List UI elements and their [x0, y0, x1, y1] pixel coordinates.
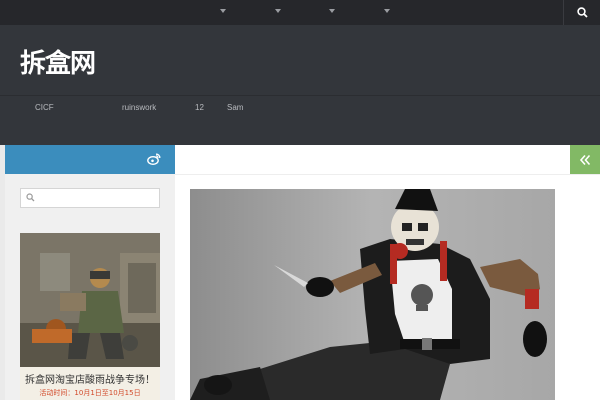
top-bar	[0, 0, 600, 25]
content-header	[175, 145, 570, 174]
menu-1-chevron-down-icon[interactable]	[220, 9, 226, 13]
nav-item-12[interactable]: 12	[195, 103, 204, 112]
search-icon	[576, 7, 588, 18]
nav-item-ruinswork[interactable]: ruinswork	[122, 103, 156, 112]
menu-3-chevron-down-icon[interactable]	[329, 9, 335, 13]
promo-title: 拆盒网淘宝店酸雨战争专场！	[25, 375, 155, 386]
promo-image	[20, 233, 160, 367]
promo-dates: 活动时间：10月1日至10月15日	[39, 389, 141, 397]
promo-banner[interactable]: 拆盒网淘宝店酸雨战争专场！ 活动时间：10月1日至10月15日	[20, 233, 160, 400]
tag-nav: CICF ruinswork 12 Sam	[0, 95, 600, 145]
site-header: 拆盒网	[0, 25, 600, 95]
sidebar-toggle-button[interactable]	[570, 145, 600, 174]
nav-item-sam[interactable]: Sam	[227, 103, 243, 112]
sidebar-search	[20, 188, 160, 208]
search-input[interactable]	[39, 190, 157, 206]
featured-photo[interactable]	[190, 189, 555, 400]
top-search-button[interactable]	[563, 0, 600, 25]
search-icon	[26, 193, 35, 202]
weibo-icon[interactable]	[147, 153, 161, 165]
sidebar-header	[5, 145, 175, 174]
promo-caption: 拆盒网淘宝店酸雨战争专场！ 活动时间：10月1日至10月15日	[20, 367, 160, 400]
double-chevron-left-icon	[579, 154, 591, 165]
menu-2-chevron-down-icon[interactable]	[275, 9, 281, 13]
nav-item-cicf[interactable]: CICF	[35, 103, 54, 112]
site-logo[interactable]: 拆盒网	[20, 43, 96, 80]
action-figure-image	[190, 189, 555, 400]
menu-4-chevron-down-icon[interactable]	[384, 9, 390, 13]
